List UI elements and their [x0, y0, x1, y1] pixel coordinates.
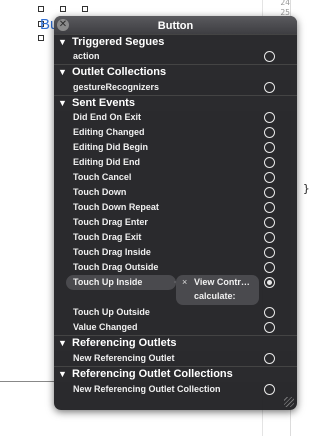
- connections-panel: Button ✕ ▼ Triggered Segues action ▼ Out…: [54, 16, 297, 410]
- connection-row: Touch Drag Exit: [54, 230, 297, 245]
- panel-title-bar[interactable]: Button: [54, 16, 297, 35]
- connection-label: Touch Cancel: [73, 172, 132, 182]
- connection-circle-icon[interactable]: [264, 127, 275, 138]
- connection-label: action: [73, 51, 100, 61]
- section-label: Referencing Outlets: [72, 337, 177, 349]
- selection-handle[interactable]: [38, 35, 44, 41]
- selection-handle[interactable]: [82, 6, 88, 12]
- connection-row: Touch Up Outside: [54, 305, 297, 320]
- code-brace: }: [303, 182, 310, 195]
- connection-row: Value Changed: [54, 320, 297, 335]
- connection-circle-icon[interactable]: [264, 322, 275, 333]
- connection-action-label: calculate:: [194, 291, 236, 301]
- connection-circle-icon[interactable]: [264, 142, 275, 153]
- connection-label: Did End On Exit: [73, 112, 142, 122]
- connection-circle-icon[interactable]: [264, 172, 275, 183]
- connection-row: [54, 275, 297, 290]
- connection-circle-icon[interactable]: [264, 157, 275, 168]
- disclosure-triangle-icon[interactable]: ▼: [58, 96, 67, 111]
- connection-label: New Referencing Outlet Collection: [73, 384, 221, 394]
- connection-circle-icon[interactable]: [264, 232, 275, 243]
- connection-circle-icon[interactable]: [264, 247, 275, 258]
- section-label: Sent Events: [72, 97, 135, 109]
- connection-row: Did End On Exit: [54, 110, 297, 125]
- connection-row: Editing Did End: [54, 155, 297, 170]
- connection-label: New Referencing Outlet: [73, 353, 175, 363]
- connection-row: Touch Cancel: [54, 170, 297, 185]
- connection-circle-icon[interactable]: [264, 82, 275, 93]
- disclosure-triangle-icon[interactable]: ▼: [58, 367, 67, 382]
- resize-grip-icon[interactable]: [284, 397, 294, 407]
- canvas-divider: [0, 381, 56, 382]
- connection-label: Touch Down: [73, 187, 127, 197]
- disclosure-triangle-icon[interactable]: ▼: [58, 65, 67, 80]
- section-referencing-outlets[interactable]: ▼ Referencing Outlets: [54, 335, 297, 351]
- connection-circle-icon[interactable]: [264, 307, 275, 318]
- connection-row: Touch Down Repeat: [54, 200, 297, 215]
- connection-circle-icon[interactable]: [264, 353, 275, 364]
- connection-circle-icon[interactable]: [264, 202, 275, 213]
- disclosure-triangle-icon[interactable]: ▼: [58, 336, 67, 351]
- connection-circle-icon[interactable]: [264, 262, 275, 273]
- connection-circle-icon[interactable]: [264, 187, 275, 198]
- connection-circle-icon[interactable]: [264, 112, 275, 123]
- selection-handle[interactable]: [60, 6, 66, 12]
- line-number: 24: [280, 0, 290, 7]
- disclosure-triangle-icon[interactable]: ▼: [58, 35, 67, 50]
- connection-label: Touch Down Repeat: [73, 202, 159, 212]
- connection-circle-icon[interactable]: [264, 217, 275, 228]
- section-outlet-collections[interactable]: ▼ Outlet Collections: [54, 64, 297, 80]
- connection-circle-icon[interactable]: [264, 51, 275, 62]
- section-label: Outlet Collections: [72, 66, 167, 78]
- close-button[interactable]: ✕: [57, 19, 69, 31]
- connection-label: Touch Drag Outside: [73, 262, 159, 272]
- connection-label: Touch Drag Enter: [73, 217, 148, 227]
- connection-label: Editing Did Begin: [73, 142, 148, 152]
- section-sent-events[interactable]: ▼ Sent Events: [54, 95, 297, 111]
- connection-label: Touch Drag Exit: [73, 232, 142, 242]
- connection-row: gestureRecognizers: [54, 80, 297, 95]
- connection-row: Touch Drag Outside: [54, 260, 297, 275]
- connection-circle-icon[interactable]: [264, 384, 275, 395]
- section-triggered-segues[interactable]: ▼ Triggered Segues: [54, 34, 297, 50]
- connection-row: Touch Drag Enter: [54, 215, 297, 230]
- section-label: Referencing Outlet Collections: [72, 368, 233, 380]
- connection-label: Editing Did End: [73, 157, 140, 167]
- connection-row: Editing Did Begin: [54, 140, 297, 155]
- connection-row: action: [54, 49, 297, 64]
- connection-label: gestureRecognizers: [73, 82, 160, 92]
- connected-circle-icon[interactable]: [264, 277, 275, 288]
- connection-label: Editing Changed: [73, 127, 145, 137]
- section-label: Triggered Segues: [72, 36, 165, 48]
- connection-row: New Referencing Outlet Collection: [54, 382, 297, 397]
- connection-row: Touch Drag Inside: [54, 245, 297, 260]
- connection-label: Touch Drag Inside: [73, 247, 151, 257]
- connection-row: Editing Changed: [54, 125, 297, 140]
- section-referencing-outlet-collections[interactable]: ▼ Referencing Outlet Collections: [54, 366, 297, 382]
- connection-row: Touch Down: [54, 185, 297, 200]
- panel-title: Button: [157, 20, 194, 32]
- selection-handle[interactable]: [38, 6, 44, 12]
- connection-row: New Referencing Outlet: [54, 351, 297, 366]
- connection-label: Touch Up Outside: [73, 307, 150, 317]
- connection-label: Value Changed: [73, 322, 138, 332]
